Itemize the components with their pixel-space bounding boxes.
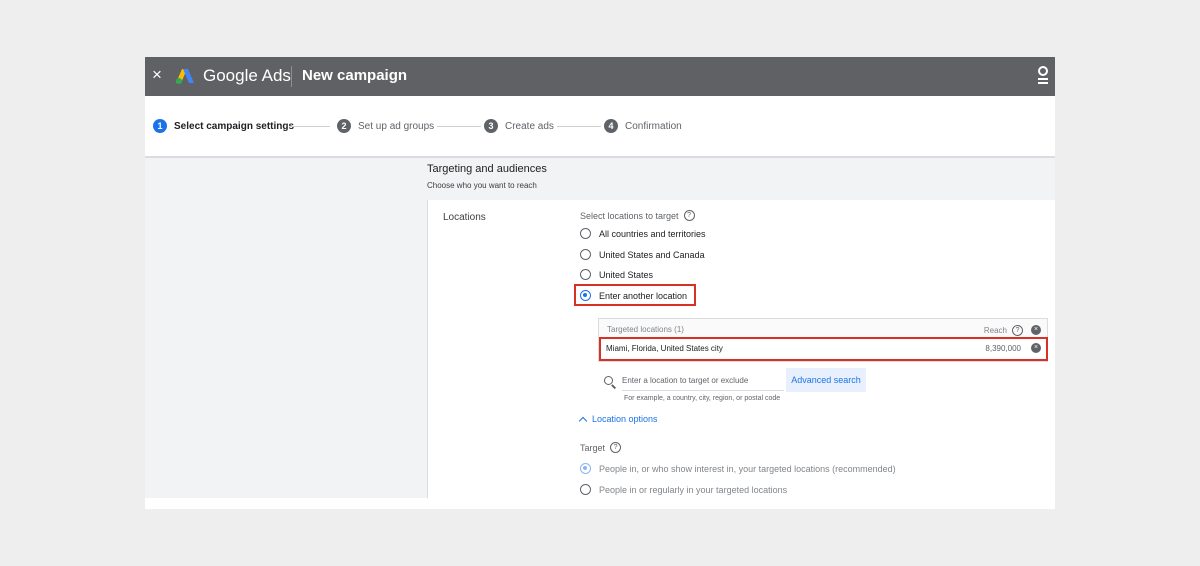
step-select-campaign-settings[interactable]: 1 Select campaign settings	[153, 118, 294, 134]
page-title: New campaign	[302, 67, 408, 84]
targeted-locations-header: Targeted locations (1)	[607, 325, 684, 334]
step-connector	[557, 126, 601, 127]
search-hint: For example, a country, city, region, or…	[624, 395, 781, 402]
step-number: 4	[604, 119, 618, 133]
step-number: 2	[337, 119, 351, 133]
step-connector	[437, 126, 481, 127]
campaign-stepper: 1 Select campaign settings 2 Set up ad g…	[145, 96, 1055, 156]
help-icon[interactable]: ?	[610, 442, 622, 453]
top-bar: × Google Ads New campaign	[145, 57, 1055, 96]
reach-header: Reach ?	[984, 325, 1023, 336]
radio-target-interest[interactable]: People in, or who show interest in, your…	[580, 463, 896, 474]
search-icon	[604, 376, 613, 385]
help-icon[interactable]: ?	[1012, 325, 1023, 336]
locations-label: Locations	[443, 212, 486, 223]
highlight-box-enter-location	[574, 284, 696, 306]
advanced-search-button[interactable]: Advanced search	[786, 368, 866, 392]
app-frame: × Google Ads New campaign 1 Select campa…	[145, 57, 1055, 509]
step-label: Create ads	[505, 120, 554, 132]
highlight-box-targeted-location	[599, 337, 1048, 361]
radio-label: United States and Canada	[599, 249, 705, 260]
google-ads-logo-icon	[176, 69, 194, 84]
radio-united-states[interactable]: United States	[580, 269, 653, 280]
left-panel	[145, 158, 427, 498]
radio-button[interactable]	[580, 228, 591, 239]
section-header: Targeting and audiences Choose who you w…	[427, 158, 1055, 200]
radio-label: All countries and territories	[599, 228, 706, 239]
location-options-toggle[interactable]: Location options	[578, 414, 658, 425]
step-create-ads[interactable]: 3 Create ads	[484, 118, 554, 134]
radio-button[interactable]	[580, 484, 591, 495]
remove-all-icon[interactable]: ×	[1031, 325, 1041, 335]
location-search-input[interactable]	[622, 373, 782, 387]
radio-all-countries[interactable]: All countries and territories	[580, 228, 706, 239]
brand-name: Google Ads	[203, 66, 291, 85]
header-divider	[291, 66, 292, 87]
reach-label: Reach	[983, 326, 1007, 335]
section-title: Targeting and audiences	[427, 163, 547, 175]
radio-button-selected[interactable]	[580, 463, 591, 474]
select-locations-title: Select locations to target ?	[580, 210, 695, 221]
chevron-up-icon	[578, 416, 588, 425]
radio-target-presence[interactable]: People in or regularly in your targeted …	[580, 484, 787, 495]
radio-label: People in or regularly in your targeted …	[599, 484, 788, 495]
help-icon[interactable]: ?	[683, 210, 695, 221]
step-confirmation[interactable]: 4 Confirmation	[604, 118, 682, 134]
target-label: Target	[580, 442, 606, 453]
step-number: 3	[484, 119, 498, 133]
locations-card: Locations Select locations to target ? A…	[427, 200, 1055, 498]
radio-label: People in, or who show interest in, your…	[599, 463, 896, 474]
step-set-up-ad-groups[interactable]: 2 Set up ad groups	[337, 118, 434, 134]
step-connector	[290, 126, 330, 127]
location-options-label: Location options	[592, 414, 658, 424]
search-underline	[622, 390, 784, 391]
radio-label: United States	[599, 269, 654, 280]
account-icon[interactable]	[1035, 65, 1051, 87]
close-icon[interactable]: ×	[152, 65, 162, 85]
step-label: Set up ad groups	[358, 120, 435, 132]
target-title: Target ?	[580, 442, 622, 453]
location-search	[600, 370, 790, 392]
select-locations-text: Select locations to target	[580, 210, 679, 221]
section-subtitle: Choose who you want to reach	[427, 181, 537, 190]
step-label: Select campaign settings	[174, 120, 295, 132]
step-number: 1	[153, 119, 167, 133]
radio-button[interactable]	[580, 269, 591, 280]
step-label: Confirmation	[625, 120, 682, 132]
radio-us-and-canada[interactable]: United States and Canada	[580, 249, 705, 260]
radio-button[interactable]	[580, 249, 591, 260]
